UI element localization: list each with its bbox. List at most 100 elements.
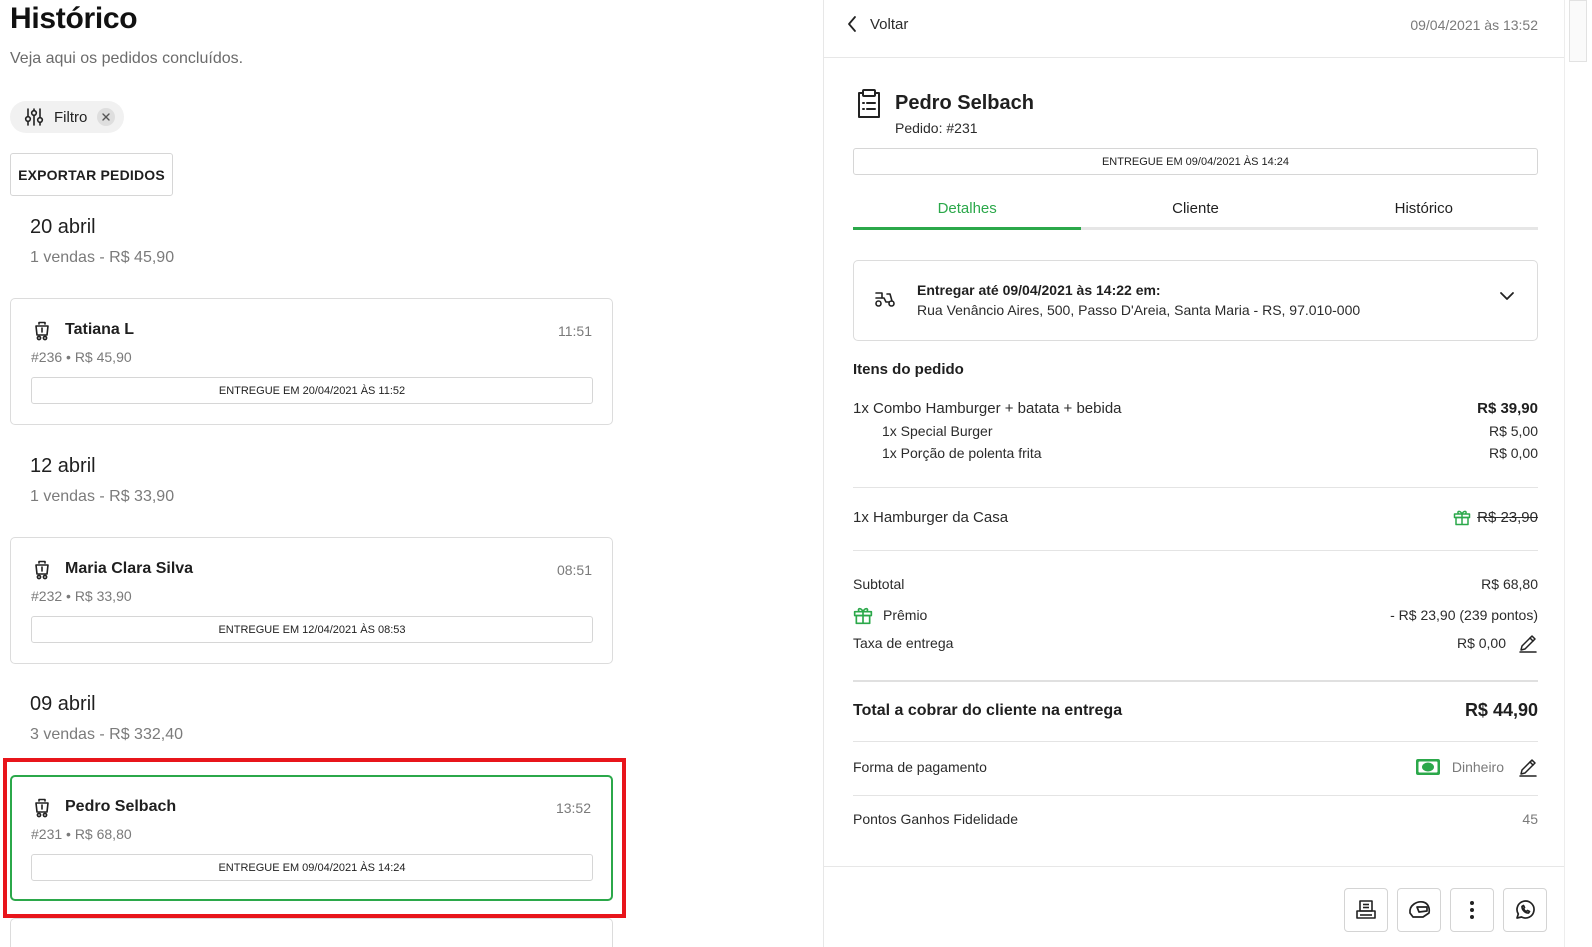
gift-icon (853, 605, 873, 625)
subtotal-value: R$ 68,80 (1481, 576, 1538, 592)
order-meta: #236 • R$ 45,90 (31, 349, 132, 365)
delivery-fee-row: Taxa de entrega R$ 0,00 (853, 633, 1538, 653)
group-summary: 1 vendas - R$ 33,90 (30, 488, 175, 505)
order-time: 13:52 (555, 800, 591, 816)
detail-customer-name: Pedro Selbach (895, 92, 1034, 114)
subtotal-label: Subtotal (853, 576, 905, 592)
order-card[interactable] (10, 918, 613, 947)
points-label: Pontos Ganhos Fidelidade (853, 811, 1018, 827)
item-price: R$ 39,90 (1477, 400, 1538, 417)
back-label: Voltar (870, 15, 909, 33)
subtotal-row: Subtotal R$ 68,80 (853, 576, 1538, 592)
pencil-icon[interactable] (1518, 633, 1538, 653)
divider (853, 741, 1538, 742)
order-status: ENTREGUE EM 12/04/2021 ÀS 08:53 (31, 616, 593, 643)
items-section-title: Itens do pedido (853, 361, 964, 378)
delivery-bag-icon (33, 560, 51, 580)
divider (853, 680, 1538, 682)
tab-detalhes[interactable]: Detalhes (853, 190, 1082, 230)
group-date: 12 abril (30, 455, 96, 477)
fee-label: Taxa de entrega (853, 635, 954, 651)
filter-chip[interactable]: Filtro (10, 101, 124, 133)
delivery-info[interactable]: Entregar até 09/04/2021 às 14:22 em: Rua… (853, 260, 1538, 341)
fee-value: R$ 0,00 (1456, 635, 1506, 651)
reward-row: Prêmio - R$ 23,90 (239 pontos) (853, 605, 1538, 625)
subitem-label: 1x Porção de polenta frita (882, 445, 1042, 461)
subitem-price: R$ 0,00 (1488, 445, 1538, 461)
detail-tabs: Detalhes Cliente Histórico (853, 190, 1538, 230)
back-button[interactable]: Voltar (846, 15, 908, 33)
order-time: 08:51 (556, 562, 592, 578)
order-card-selected[interactable]: Pedro Selbach 13:52 #231 • R$ 68,80 ENTR… (10, 775, 613, 901)
chevron-left-icon (846, 15, 858, 33)
gift-icon (1453, 508, 1471, 526)
payment-value: Dinheiro (1451, 759, 1504, 775)
reward-label: Prêmio (883, 607, 928, 623)
order-item: 1x Hamburger da Casa R$ 23,90 (853, 508, 1538, 526)
total-label: Total a cobrar do cliente na entrega (853, 701, 1123, 719)
chevron-down-icon[interactable] (1499, 291, 1515, 301)
divider (853, 487, 1538, 488)
total-value: R$ 44,90 (1464, 700, 1538, 720)
print-button[interactable] (1344, 888, 1388, 932)
scrollbar[interactable] (1564, 0, 1592, 947)
delivery-address: Rua Venâncio Aires, 500, Passo D'Areia, … (917, 302, 1361, 318)
order-card[interactable]: Tatiana L 11:51 #236 • R$ 45,90 ENTREGUE… (10, 298, 613, 425)
order-customer-name: Tatiana L (65, 321, 135, 338)
order-datetime: 09/04/2021 às 13:52 (1410, 17, 1538, 33)
clipboard-icon (852, 87, 886, 121)
group-date: 09 abril (30, 693, 96, 715)
payment-label: Forma de pagamento (853, 759, 987, 775)
delivery-bag-icon (33, 798, 51, 818)
whatsapp-button[interactable] (1503, 888, 1547, 932)
detail-topbar: Voltar 09/04/2021 às 13:52 (824, 0, 1564, 58)
tab-historico[interactable]: Histórico (1310, 190, 1538, 227)
scrollbar-thumb[interactable] (1569, 0, 1587, 62)
item-label: 1x Combo Hamburger + batata + bebida (853, 400, 1122, 417)
total-row: Total a cobrar do cliente na entrega R$ … (853, 700, 1538, 721)
page-subtitle: Veja aqui os pedidos concluídos. (10, 50, 244, 67)
payment-row: Forma de pagamento Dinheiro (853, 757, 1538, 777)
order-customer-name: Pedro Selbach (65, 798, 177, 815)
order-meta: #232 • R$ 33,90 (31, 588, 132, 604)
delivery-bag-icon (33, 321, 51, 341)
detail-order-number: Pedido: #231 (895, 120, 978, 136)
export-orders-button[interactable]: EXPORTAR PEDIDOS (10, 153, 173, 196)
order-status: ENTREGUE EM 20/04/2021 ÀS 11:52 (31, 377, 593, 404)
order-customer-name: Maria Clara Silva (65, 560, 194, 577)
order-meta: #231 • R$ 68,80 (31, 826, 132, 842)
order-status: ENTREGUE EM 09/04/2021 ÀS 14:24 (31, 854, 593, 881)
history-panel: Histórico Veja aqui os pedidos concluído… (0, 0, 824, 947)
group-summary: 3 vendas - R$ 332,40 (30, 726, 183, 743)
whatsapp-icon (1514, 899, 1536, 921)
pencil-icon[interactable] (1518, 757, 1538, 777)
tab-cliente[interactable]: Cliente (1081, 190, 1309, 227)
helmet-icon (1407, 899, 1431, 921)
printer-icon (1355, 899, 1377, 921)
reward-value: - R$ 23,90 (239 pontos) (1390, 607, 1538, 623)
filter-sliders-icon (24, 107, 44, 127)
order-item: 1x Combo Hamburger + batata + bebida R$ … (853, 400, 1538, 417)
loyalty-points-row: Pontos Ganhos Fidelidade 45 (853, 811, 1538, 827)
group-date: 20 abril (30, 216, 96, 238)
page-title: Histórico (10, 2, 138, 35)
more-options-button[interactable] (1450, 888, 1494, 932)
filter-label: Filtro (54, 108, 88, 126)
item-label: 1x Hamburger da Casa (853, 508, 1009, 526)
subitem-price: R$ 5,00 (1488, 423, 1538, 439)
courier-button[interactable] (1397, 888, 1441, 932)
order-subitem: 1x Special Burger R$ 5,00 (882, 423, 1538, 439)
detail-status-badge: ENTREGUE EM 09/04/2021 ÀS 14:24 (853, 148, 1538, 175)
item-price-strikethrough: R$ 23,90 (1477, 508, 1538, 526)
subitem-label: 1x Special Burger (882, 423, 993, 439)
divider (853, 795, 1538, 796)
close-icon[interactable] (97, 108, 116, 126)
points-value: 45 (1522, 811, 1538, 827)
order-card[interactable]: Maria Clara Silva 08:51 #232 • R$ 33,90 … (10, 537, 613, 664)
order-time: 11:51 (558, 323, 592, 339)
more-vertical-icon (1469, 900, 1475, 920)
action-bar (824, 866, 1564, 947)
divider (853, 550, 1538, 551)
group-summary: 1 vendas - R$ 45,90 (30, 249, 175, 266)
cash-icon (1415, 759, 1440, 775)
